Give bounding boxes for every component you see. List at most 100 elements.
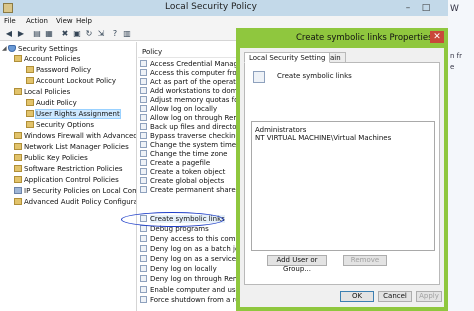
accounts-list[interactable]: Administrators NT VIRTUAL MACHINE\Virtua…: [251, 121, 435, 251]
show-hide-tree-icon[interactable]: ▦: [44, 29, 54, 39]
policy-row[interactable]: Access this computer from the: [140, 69, 240, 78]
policy-icon: [140, 177, 147, 184]
tree-item-advanced-audit-policy[interactable]: Advanced Audit Policy Configuration: [14, 197, 136, 207]
policy-row[interactable]: Force shutdown from a remot: [140, 296, 240, 305]
background-text: n fr: [450, 52, 463, 60]
policy-column-header[interactable]: Policy: [138, 46, 240, 58]
properties-icon[interactable]: ▣: [72, 29, 82, 39]
forward-icon[interactable]: ▶: [16, 29, 26, 39]
main-title-bar: Local Security Policy – □: [0, 0, 474, 16]
policy-row[interactable]: Add workstations to domain: [140, 87, 240, 96]
help-topics-icon[interactable]: ▥: [122, 29, 132, 39]
add-user-or-group-button[interactable]: Add User or Group...: [267, 255, 327, 273]
policy-icon: [140, 150, 147, 157]
annotation-ellipse: [121, 212, 224, 227]
policy-icon: [253, 71, 265, 83]
policy-icon: [140, 69, 147, 76]
export-list-icon[interactable]: ⇲: [96, 29, 106, 39]
policy-row[interactable]: Adjust memory quotas for a pr: [140, 96, 240, 105]
menu-view[interactable]: View: [56, 17, 73, 25]
policy-row[interactable]: Deny log on locally: [140, 265, 240, 274]
folder-icon: [14, 165, 22, 172]
tree-item-windows-firewall[interactable]: Windows Firewall with Advanced Sec: [14, 131, 136, 141]
tree-item-software-restriction[interactable]: Software Restriction Policies: [14, 164, 123, 174]
folder-icon: [26, 99, 34, 106]
setting-name: Create symbolic links: [277, 72, 352, 80]
policy-icon: [140, 286, 147, 293]
back-icon[interactable]: ◀: [4, 29, 14, 39]
policy-icon: [140, 60, 147, 67]
tab-local-security-setting[interactable]: Local Security Setting: [244, 52, 331, 63]
policy-row[interactable]: Change the time zone: [140, 150, 240, 159]
policy-row[interactable]: Change the system time: [140, 141, 240, 150]
refresh-icon[interactable]: ↻: [84, 29, 94, 39]
policy-icon: [140, 141, 147, 148]
tree-item-network-list-manager[interactable]: Network List Manager Policies: [14, 142, 129, 152]
policy-icon: [140, 114, 147, 121]
folder-icon: [14, 198, 22, 205]
background-text: W: [450, 4, 459, 14]
remove-button[interactable]: Remove: [343, 255, 387, 266]
menu-file[interactable]: File: [4, 17, 16, 25]
policy-row[interactable]: Create a token object: [140, 168, 240, 177]
policy-icon: [140, 159, 147, 166]
policy-row[interactable]: Bypass traverse checking: [140, 132, 240, 141]
policy-icon: [140, 168, 147, 175]
dialog-title-bar: Create symbolic links Properties ✕: [236, 28, 448, 48]
tree-item-security-options[interactable]: Security Options: [26, 120, 94, 130]
folder-icon: [14, 176, 22, 183]
tree-item-local-policies[interactable]: Local Policies: [14, 87, 70, 97]
tree-item-application-control[interactable]: Application Control Policies: [14, 175, 119, 185]
cancel-button[interactable]: Cancel: [378, 291, 412, 302]
policy-row[interactable]: Deny access to this computer: [140, 235, 240, 244]
tree-item-public-key-policies[interactable]: Public Key Policies: [14, 153, 88, 163]
policy-row[interactable]: Create global objects: [140, 177, 240, 186]
policy-row[interactable]: Deny log on as a service: [140, 255, 240, 264]
policy-list: Policy Access Credential Manager as Acce…: [138, 42, 240, 311]
collapse-icon[interactable]: ◢: [2, 44, 7, 54]
tree-item-account-lockout-policy[interactable]: Account Lockout Policy: [26, 76, 116, 86]
policy-row[interactable]: Access Credential Manager as: [140, 60, 240, 69]
policy-row[interactable]: Enable computer and user acc: [140, 286, 240, 295]
tree-item-password-policy[interactable]: Password Policy: [26, 65, 91, 75]
apply-button[interactable]: Apply: [416, 291, 442, 302]
dialog-body: Local Security Setting Explain Create sy…: [240, 48, 444, 307]
policy-row[interactable]: Deny log on as a batch job: [140, 245, 240, 254]
close-icon[interactable]: ✕: [430, 31, 444, 43]
policy-row[interactable]: Act as part of the operating sy: [140, 78, 240, 87]
policy-icon: [140, 105, 147, 112]
tree-item-account-policies[interactable]: Account Policies: [14, 54, 80, 64]
policy-row[interactable]: Create a pagefile: [140, 159, 240, 168]
folder-icon: [14, 143, 22, 150]
policy-icon: [140, 87, 147, 94]
policy-icon: [140, 275, 147, 282]
ok-button[interactable]: OK: [340, 291, 374, 302]
account-item[interactable]: NT VIRTUAL MACHINE\Virtual Machines: [255, 134, 391, 142]
folder-icon: [26, 110, 34, 117]
menu-help[interactable]: Help: [76, 17, 92, 25]
maximize-icon[interactable]: □: [418, 1, 434, 15]
policy-icon: [140, 265, 147, 272]
delete-icon[interactable]: ✖: [60, 29, 70, 39]
security-settings-icon: [8, 45, 16, 52]
policy-icon: [140, 132, 147, 139]
tree-item-user-rights-assignment[interactable]: User Rights Assignment: [26, 109, 121, 119]
tree-item-ip-security-policies[interactable]: IP Security Policies on Local Compute: [14, 186, 136, 196]
policy-row[interactable]: Back up files and directories: [140, 123, 240, 132]
folder-icon: [14, 55, 22, 62]
policy-icon: [140, 78, 147, 85]
tree-item-security-settings[interactable]: ◢ Security Settings: [2, 44, 78, 54]
policy-row[interactable]: Create permanent shared obje: [140, 186, 240, 195]
help-icon[interactable]: ?: [110, 29, 120, 39]
policy-row[interactable]: Deny log on through Remote: [140, 275, 240, 284]
tab-page: Create symbolic links Administrators NT …: [244, 62, 440, 285]
menu-action[interactable]: Action: [26, 17, 48, 25]
dialog-title: Create symbolic links Properties: [296, 33, 433, 43]
policy-icon: [140, 123, 147, 130]
policy-row[interactable]: Allow log on locally: [140, 105, 240, 114]
up-folder-icon[interactable]: ▤: [32, 29, 42, 39]
tree-item-audit-policy[interactable]: Audit Policy: [26, 98, 77, 108]
account-item[interactable]: Administrators: [255, 126, 306, 134]
policy-row[interactable]: Allow log on through Remote: [140, 114, 240, 123]
minimize-icon[interactable]: –: [400, 1, 416, 15]
